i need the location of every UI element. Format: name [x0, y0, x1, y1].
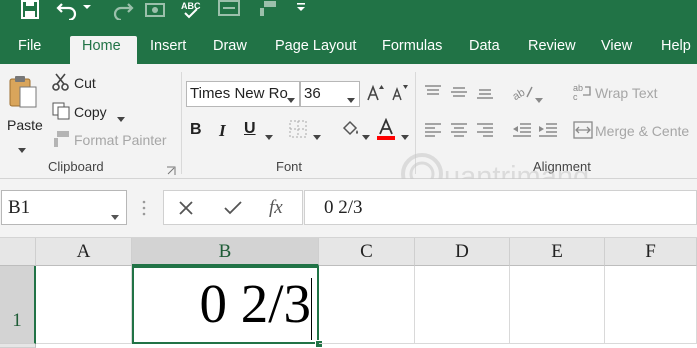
- font-group-label: Font: [276, 159, 303, 174]
- customize-qat-icon[interactable]: [296, 0, 306, 24]
- cell-b1-value: 0 2/3: [199, 273, 311, 334]
- merge-center-button[interactable]: Merge & Cente: [595, 123, 689, 139]
- merge-center-icon[interactable]: [573, 121, 593, 144]
- insert-function-icon[interactable]: fx: [269, 197, 283, 219]
- undo-icon[interactable]: [56, 0, 78, 24]
- decrease-indent-icon[interactable]: [512, 122, 532, 143]
- formula-buttons: fx: [163, 190, 303, 225]
- tab-formulas[interactable]: Formulas: [370, 36, 454, 64]
- copy-button[interactable]: Copy: [74, 104, 107, 120]
- tab-insert[interactable]: Insert: [138, 36, 198, 64]
- font-name-value: Times New Ro: [190, 85, 288, 102]
- font-color-dropdown-icon[interactable]: [401, 128, 409, 146]
- tab-draw[interactable]: Draw: [201, 36, 259, 64]
- fill-color-icon[interactable]: [340, 119, 360, 144]
- tab-data[interactable]: Data: [457, 36, 512, 64]
- align-middle-icon[interactable]: [450, 84, 468, 105]
- group-divider: [181, 72, 182, 174]
- enter-icon[interactable]: [224, 200, 242, 220]
- cancel-icon[interactable]: [178, 200, 194, 220]
- align-left-icon[interactable]: [424, 122, 442, 143]
- column-header-b[interactable]: B: [132, 238, 319, 266]
- redo-icon[interactable]: [112, 0, 134, 24]
- svg-text:ABC: ABC: [181, 1, 201, 11]
- quick-access-toolbar: ABC: [0, 0, 697, 36]
- underline-icon[interactable]: U: [244, 120, 256, 138]
- column-header-c[interactable]: C: [319, 238, 415, 266]
- tab-page-layout[interactable]: Page Layout: [263, 36, 368, 64]
- save-icon[interactable]: [20, 0, 40, 24]
- row-header-2[interactable]: [0, 344, 36, 348]
- cut-button[interactable]: Cut: [74, 75, 96, 91]
- chevron-down-icon: [111, 205, 119, 227]
- wrap-text-icon[interactable]: ab c: [573, 83, 593, 106]
- font-color-icon[interactable]: [376, 117, 396, 147]
- worksheet-grid: A B C D E F 1 0 2/3: [0, 238, 697, 348]
- borders-icon[interactable]: [289, 120, 307, 143]
- formula-bar: B1 fx 0 2/3: [0, 179, 697, 238]
- formula-value: 0 2/3: [324, 197, 363, 218]
- chevron-down-icon: [287, 91, 295, 108]
- cell-f1[interactable]: [605, 266, 697, 344]
- undo-dropdown-icon[interactable]: [82, 0, 92, 24]
- clipboard-group-label: Clipboard: [48, 159, 104, 174]
- font-name-select[interactable]: Times New Ro: [186, 81, 300, 107]
- name-box[interactable]: B1: [1, 190, 127, 225]
- tab-help[interactable]: Help: [649, 36, 697, 64]
- bold-icon[interactable]: B: [190, 121, 202, 139]
- decrease-font-size-icon[interactable]: [391, 84, 409, 107]
- copy-dropdown-icon[interactable]: [117, 110, 125, 128]
- cell-d1[interactable]: [415, 266, 510, 344]
- orientation-dropdown-icon[interactable]: [535, 91, 543, 109]
- italic-icon[interactable]: I: [219, 121, 226, 141]
- align-bottom-icon[interactable]: [476, 84, 494, 105]
- formula-bar-grip[interactable]: [142, 199, 146, 222]
- format-painter-icon[interactable]: [52, 130, 70, 153]
- svg-text:ab: ab: [512, 87, 527, 101]
- spelling-icon[interactable]: ABC: [180, 0, 202, 24]
- cell-e1[interactable]: [510, 266, 605, 344]
- column-header-a[interactable]: A: [36, 238, 132, 266]
- row-header-1[interactable]: 1: [0, 266, 36, 344]
- column-header-e[interactable]: E: [510, 238, 605, 266]
- text-cursor: [310, 278, 312, 340]
- cell-a1[interactable]: [36, 266, 132, 344]
- copy-icon[interactable]: [52, 102, 70, 125]
- paste-dropdown-icon[interactable]: [18, 141, 26, 159]
- tab-home[interactable]: Home: [70, 36, 137, 64]
- cut-icon[interactable]: [52, 73, 70, 96]
- tab-review[interactable]: Review: [516, 36, 588, 64]
- row-header-label: 1: [12, 310, 22, 331]
- column-header-d[interactable]: D: [415, 238, 510, 266]
- tab-file[interactable]: File: [6, 36, 53, 64]
- paste-icon[interactable]: [8, 74, 38, 115]
- svg-text:c: c: [573, 92, 578, 101]
- align-center-icon[interactable]: [450, 122, 468, 143]
- underline-dropdown-icon[interactable]: [265, 128, 273, 146]
- align-right-icon[interactable]: [476, 122, 494, 143]
- cell-b1[interactable]: 0 2/3: [132, 266, 319, 344]
- merge-cells-icon[interactable]: [218, 0, 240, 24]
- format-painter-qat-icon[interactable]: [258, 0, 278, 24]
- tab-view[interactable]: View: [589, 36, 644, 64]
- borders-dropdown-icon[interactable]: [313, 128, 321, 146]
- formula-input[interactable]: 0 2/3: [304, 190, 697, 225]
- ribbon-tab-bar: File Home Insert Draw Page Layout Formul…: [0, 36, 697, 64]
- font-size-value: 36: [304, 85, 321, 102]
- format-painter-button[interactable]: Format Painter: [74, 132, 167, 148]
- camera-icon[interactable]: [145, 0, 165, 24]
- select-all-corner[interactable]: [0, 238, 36, 266]
- cell-c1[interactable]: [319, 266, 415, 344]
- wrap-text-button[interactable]: Wrap Text: [595, 85, 658, 101]
- fill-color-dropdown-icon[interactable]: [362, 128, 370, 146]
- increase-font-size-icon[interactable]: [366, 84, 384, 107]
- paste-button[interactable]: Paste: [7, 117, 43, 133]
- font-size-select[interactable]: 36: [300, 81, 360, 107]
- align-top-icon[interactable]: [424, 84, 442, 105]
- chevron-down-icon: [347, 91, 355, 108]
- orientation-icon[interactable]: ab: [511, 83, 534, 106]
- column-header-f[interactable]: F: [605, 238, 697, 266]
- name-box-value: B1: [8, 197, 31, 218]
- increase-indent-icon[interactable]: [538, 122, 558, 143]
